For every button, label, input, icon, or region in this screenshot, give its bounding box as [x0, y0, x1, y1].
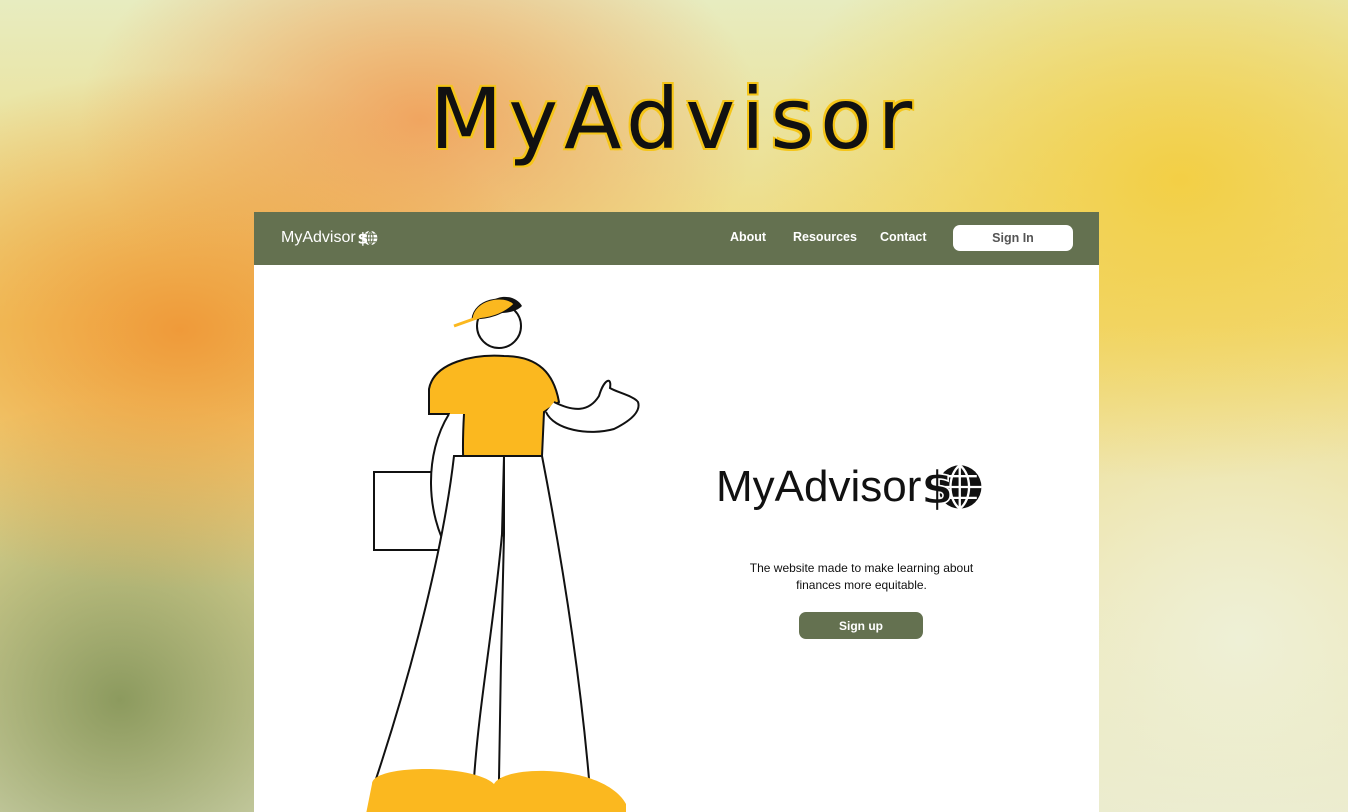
tagline: The website made to make learning about … [734, 560, 989, 594]
main-logo: MyAdvisor $ [716, 456, 983, 518]
nav-link-resources[interactable]: Resources [793, 230, 857, 244]
dollar-globe-icon: $ [921, 460, 982, 516]
website-mockup: MyAdvisor $ About Resources Contact Sign… [254, 212, 1099, 812]
dollar-globe-icon: $ [357, 230, 378, 248]
person-illustration [366, 296, 640, 812]
main-logo-text: MyAdvisor [716, 462, 922, 511]
sign-in-button[interactable]: Sign In [953, 225, 1073, 251]
nav-brand[interactable]: MyAdvisor $ [281, 227, 379, 249]
svg-text:$: $ [921, 461, 953, 515]
navbar: MyAdvisor $ About Resources Contact Sign… [254, 212, 1099, 265]
svg-text:$: $ [357, 230, 368, 248]
tagline-line-1: The website made to make learning about [749, 561, 974, 575]
nav-brand-text: MyAdvisor [281, 229, 356, 246]
hero-title: MyAdvisor [429, 70, 919, 168]
nav-link-contact[interactable]: Contact [880, 230, 927, 244]
nav-link-about[interactable]: About [730, 230, 766, 244]
tagline-line-2: finances more equitable. [796, 578, 927, 592]
sign-up-button[interactable]: Sign up [799, 612, 923, 639]
